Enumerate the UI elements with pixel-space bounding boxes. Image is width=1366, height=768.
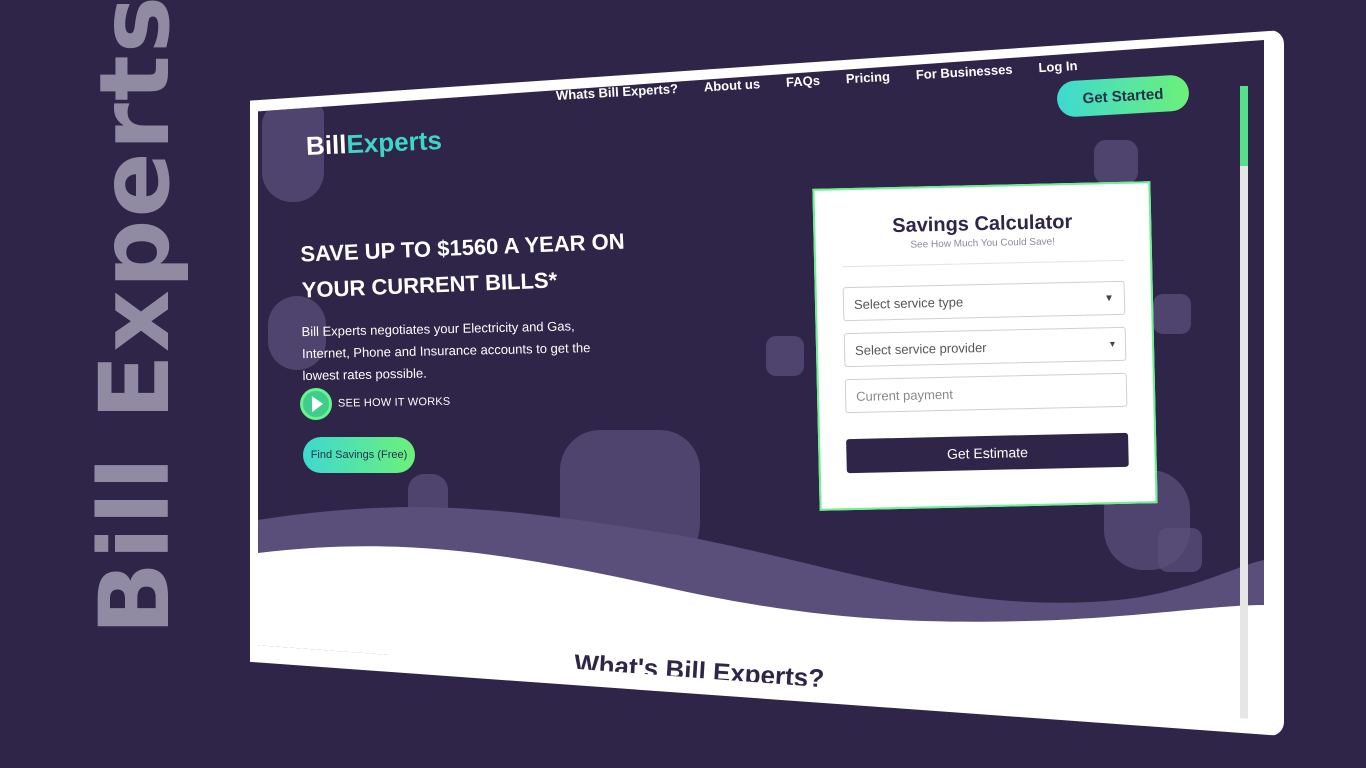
service-provider-value: Select service provider — [854, 339, 987, 358]
nav-item-log-in[interactable]: Log In — [1038, 58, 1078, 75]
find-savings-button[interactable]: Find Savings (Free) — [303, 437, 415, 473]
hero-description: Bill Experts negotiates your Electricity… — [301, 318, 591, 384]
decor-blob — [1153, 294, 1191, 334]
caret-down-icon: ▾ — [1109, 338, 1116, 350]
decor-blob — [766, 336, 804, 376]
see-how-it-works-link[interactable]: SEE HOW IT WORKS — [299, 386, 451, 421]
nav-item-pricing[interactable]: Pricing — [845, 69, 890, 87]
current-payment-input[interactable]: Current payment — [844, 372, 1128, 414]
scrollbar-thumb[interactable] — [1240, 86, 1248, 166]
decor-blob — [1094, 140, 1138, 184]
hero-wave — [258, 507, 1264, 655]
current-payment-placeholder: Current payment — [855, 386, 954, 404]
play-label: SEE HOW IT WORKS — [337, 395, 451, 410]
service-type-select[interactable]: Select service type ▼ — [842, 280, 1126, 322]
side-title: Bill Experts — [79, 0, 191, 635]
play-icon[interactable] — [299, 387, 333, 421]
get-estimate-button[interactable]: Get Estimate — [846, 432, 1129, 474]
nav-item-faqs[interactable]: FAQs — [786, 73, 821, 90]
logo[interactable]: BillExperts — [305, 125, 442, 162]
savings-calculator: Savings Calculator See How Much You Coul… — [812, 181, 1158, 511]
site-viewport: BillExperts Whats Bill Experts? About us… — [258, 40, 1264, 720]
service-type-value: Select service type — [853, 293, 964, 312]
get-started-button[interactable]: Get Started — [1056, 74, 1190, 118]
divider — [842, 259, 1125, 268]
logo-text-bill: Bill — [305, 129, 348, 161]
service-provider-select[interactable]: Select service provider ▾ — [843, 326, 1127, 368]
scrollbar[interactable] — [1240, 86, 1248, 720]
hero-headline: SAVE UP TO $1560 A YEAR ON YOUR CURRENT … — [299, 228, 626, 303]
chevron-down-icon: ▼ — [1103, 292, 1115, 304]
logo-text-experts: Experts — [345, 125, 443, 160]
